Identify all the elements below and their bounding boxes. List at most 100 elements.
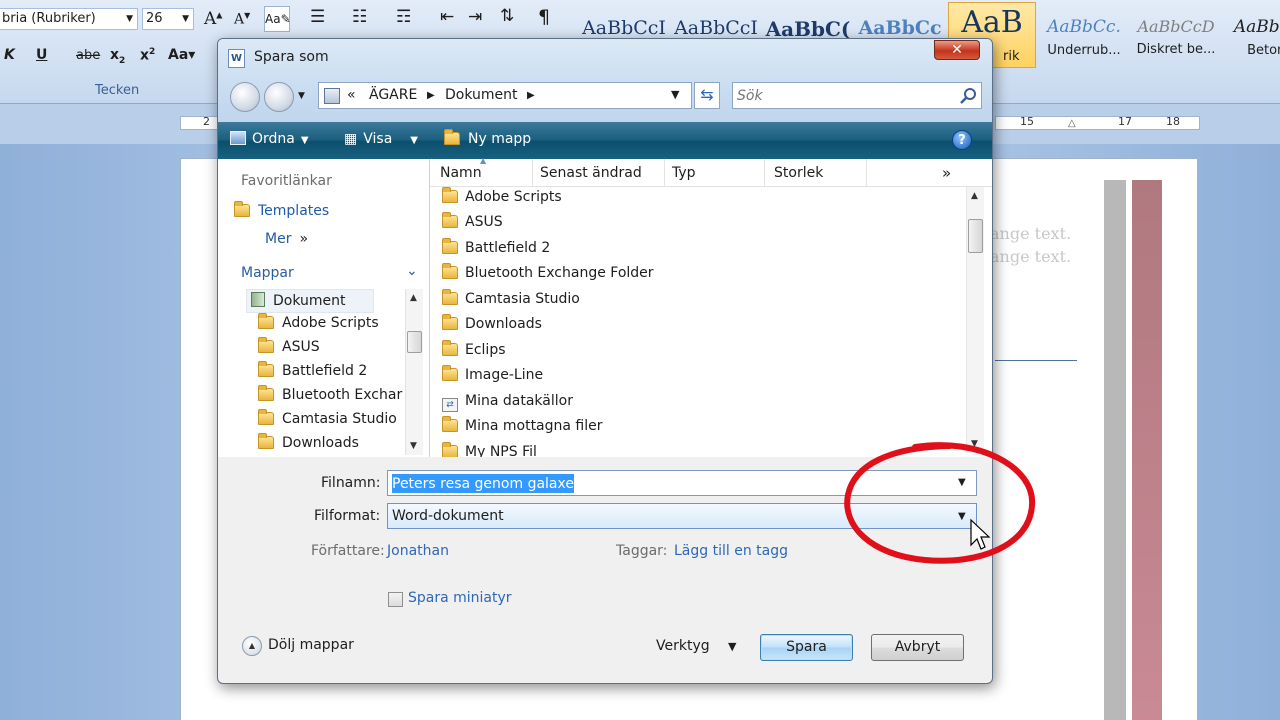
increase-indent-icon[interactable]: ⇥: [468, 7, 482, 27]
file-list-scrollbar[interactable]: ▲ ▼: [966, 187, 984, 453]
list-item[interactable]: My NPS Fil: [442, 442, 537, 457]
scroll-down-icon[interactable]: ▼: [410, 441, 417, 451]
favorite-templates[interactable]: Templates: [234, 201, 329, 225]
format-select[interactable]: Word-dokument ▼: [387, 503, 977, 529]
strikethrough-icon[interactable]: abe: [76, 48, 100, 63]
breadcrumb-agare[interactable]: ÄGARE: [369, 87, 417, 103]
list-item[interactable]: Image-Line: [442, 365, 543, 391]
tree-item[interactable]: Bluetooth Exchar: [258, 385, 402, 411]
scrollbar-thumb[interactable]: [407, 331, 422, 353]
search-box[interactable]: [732, 82, 982, 109]
document-text: ange text. ange text.: [990, 222, 1071, 268]
folders-header[interactable]: Mappar: [241, 265, 294, 281]
tree-scrollbar[interactable]: ▲ ▼: [405, 289, 423, 455]
column-separator[interactable]: [866, 159, 867, 187]
numbering-icon[interactable]: ☷: [352, 7, 367, 27]
superscript-icon[interactable]: x2: [140, 47, 155, 64]
indent-marker-icon[interactable]: △: [1068, 118, 1076, 129]
chevron-down-icon[interactable]: ▼: [671, 88, 679, 101]
chevron-down-icon[interactable]: ▼: [728, 640, 736, 653]
refresh-button[interactable]: ⇆: [694, 82, 720, 109]
cancel-button[interactable]: Avbryt: [871, 634, 964, 661]
style-gallery-item[interactable]: AaBbCc. Underrub...: [1040, 4, 1128, 68]
font-size-box[interactable]: 26 ▼: [142, 8, 194, 30]
list-item[interactable]: Adobe Scripts: [442, 187, 562, 213]
scroll-down-icon[interactable]: ▼: [971, 439, 978, 449]
shrink-font-icon[interactable]: A▼: [234, 11, 250, 28]
column-modified[interactable]: Senast ändrad: [540, 165, 642, 181]
list-item[interactable]: ⇄ Mina datakällor: [442, 393, 573, 417]
list-item[interactable]: Bluetooth Exchange Folder: [442, 263, 654, 289]
save-thumbnail-label[interactable]: Spara miniatyr: [408, 590, 512, 606]
back-button[interactable]: [230, 82, 260, 112]
filename-field[interactable]: ▼: [387, 470, 977, 496]
sort-icon[interactable]: ⇅: [500, 6, 514, 26]
decrease-indent-icon[interactable]: ⇤: [440, 7, 454, 27]
column-separator[interactable]: [664, 159, 665, 187]
forward-button[interactable]: [264, 82, 294, 112]
filename-input[interactable]: [392, 474, 952, 493]
list-item[interactable]: Downloads: [442, 314, 542, 340]
folder-icon: [442, 238, 458, 254]
address-bar[interactable]: « ÄGARE ▶ Dokument ▶ ▼: [318, 82, 692, 109]
author-value[interactable]: Jonathan: [387, 543, 449, 559]
tools-button[interactable]: Verktyg: [656, 638, 710, 654]
add-tag-link[interactable]: Lägg till en tagg: [674, 543, 788, 559]
column-size[interactable]: Storlek: [774, 165, 823, 181]
list-item[interactable]: Camtasia Studio: [442, 289, 580, 315]
change-case-icon[interactable]: Aa▾: [168, 47, 195, 63]
close-button[interactable]: ✕: [934, 40, 980, 60]
breadcrumb-separator-icon[interactable]: ▶: [527, 90, 535, 101]
favorites-header: Favoritlänkar: [241, 173, 332, 189]
font-name-box[interactable]: bria (Rubriker) ▼: [0, 8, 138, 30]
scrollbar-thumb[interactable]: [968, 219, 983, 253]
chevron-down-icon[interactable]: ▼: [958, 477, 966, 488]
save-button[interactable]: Spara: [760, 634, 853, 661]
style-gallery-item[interactable]: AaBbCcD Diskret be...: [1132, 4, 1220, 68]
chevron-down-icon[interactable]: ▼: [958, 511, 966, 522]
scroll-up-icon[interactable]: ▲: [971, 191, 978, 201]
favorites-more-link[interactable]: Mer »: [265, 231, 308, 253]
collapse-up-icon[interactable]: ▲: [242, 636, 262, 656]
bullets-icon[interactable]: ☰: [310, 7, 325, 27]
column-name[interactable]: Namn: [440, 165, 482, 181]
grow-font-icon[interactable]: A▲: [204, 9, 222, 29]
hide-folders-button[interactable]: Dölj mappar: [268, 637, 354, 653]
nav-history-arrow-icon[interactable]: ▼: [298, 91, 305, 101]
help-icon[interactable]: ?: [952, 130, 972, 150]
breadcrumb-overflow[interactable]: «: [347, 87, 356, 103]
multilevel-list-icon[interactable]: ☶: [396, 7, 411, 27]
column-separator[interactable]: [532, 159, 533, 187]
list-item[interactable]: Eclips: [442, 340, 506, 366]
tree-item[interactable]: Downloads: [258, 433, 359, 457]
style-sample: AaBbCc.: [1047, 17, 1121, 37]
list-item[interactable]: Battlefield 2: [442, 238, 550, 264]
tree-item[interactable]: Camtasia Studio: [258, 409, 397, 435]
search-input[interactable]: [737, 86, 947, 106]
list-item[interactable]: ASUS: [442, 212, 503, 238]
search-icon[interactable]: [959, 86, 979, 106]
new-folder-button[interactable]: Ny mapp: [444, 129, 531, 147]
style-gallery-item[interactable]: AaBbCc Betoni: [1224, 4, 1280, 68]
tree-item-dokument[interactable]: Dokument: [246, 289, 374, 313]
more-columns-icon[interactable]: »: [942, 164, 951, 182]
tree-item[interactable]: ASUS: [258, 337, 320, 363]
subscript-icon[interactable]: x2: [110, 47, 125, 66]
organize-button[interactable]: Ordna ▼: [230, 131, 309, 147]
list-item[interactable]: Mina mottagna filer: [442, 416, 603, 442]
breadcrumb-separator-icon[interactable]: ▶: [427, 90, 435, 101]
breadcrumb-dokument[interactable]: Dokument: [445, 87, 518, 103]
clear-format-icon[interactable]: Aa✎: [264, 6, 291, 32]
italic-icon[interactable]: K: [4, 47, 15, 63]
scroll-up-icon[interactable]: ▲: [410, 293, 417, 303]
underline-icon[interactable]: U: [36, 47, 47, 63]
column-separator[interactable]: [764, 159, 765, 187]
column-type[interactable]: Typ: [672, 165, 696, 181]
pilcrow-icon[interactable]: ¶: [538, 6, 550, 28]
view-button[interactable]: ▦ Visa ▼: [344, 131, 418, 147]
dialog-title: Spara som: [254, 49, 329, 65]
tree-item[interactable]: Battlefield 2: [258, 361, 367, 387]
save-thumbnail-checkbox[interactable]: [388, 592, 403, 607]
chevron-down-icon[interactable]: ⌄: [406, 263, 418, 279]
tree-item[interactable]: Adobe Scripts: [258, 313, 379, 339]
